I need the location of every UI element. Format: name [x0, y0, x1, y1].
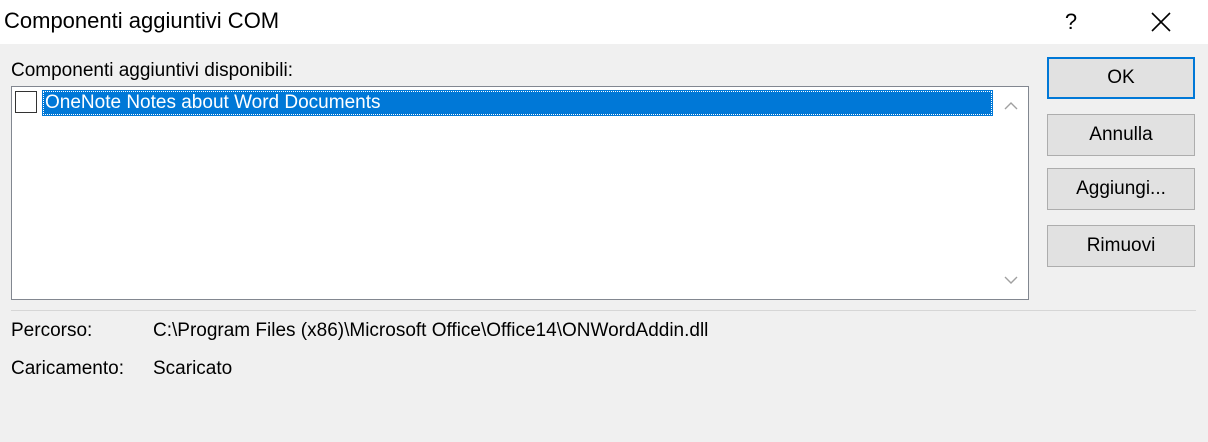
ok-button[interactable]: OK [1047, 57, 1195, 99]
load-behavior-label: Caricamento: [11, 358, 124, 379]
help-button[interactable]: ? [1048, 4, 1094, 40]
chevron-up-icon[interactable] [1004, 101, 1018, 111]
remove-button[interactable]: Rimuovi [1047, 225, 1195, 267]
addins-list-label: Componenti aggiuntivi disponibili: [11, 60, 294, 81]
addins-listbox[interactable]: OneNote Notes about Word Documents [11, 86, 1029, 300]
list-item[interactable]: OneNote Notes about Word Documents [13, 90, 993, 116]
close-icon [1151, 12, 1171, 32]
window-title: Componenti aggiuntivi COM [4, 8, 280, 33]
list-item-label[interactable]: OneNote Notes about Word Documents [42, 90, 993, 116]
close-button[interactable] [1138, 4, 1184, 40]
addin-checkbox[interactable] [15, 91, 37, 113]
cancel-button[interactable]: Annulla [1047, 114, 1195, 156]
add-button[interactable]: Aggiungi... [1047, 168, 1195, 210]
vertical-scrollbar[interactable] [994, 87, 1028, 299]
chevron-down-icon[interactable] [1004, 275, 1018, 285]
path-value: C:\Program Files (x86)\Microsoft Office\… [153, 320, 709, 341]
load-behavior-value: Scaricato [153, 358, 233, 379]
path-label: Percorso: [11, 320, 93, 341]
separator [11, 310, 1196, 311]
title-bar: Componenti aggiuntivi COM ? [0, 0, 1208, 44]
